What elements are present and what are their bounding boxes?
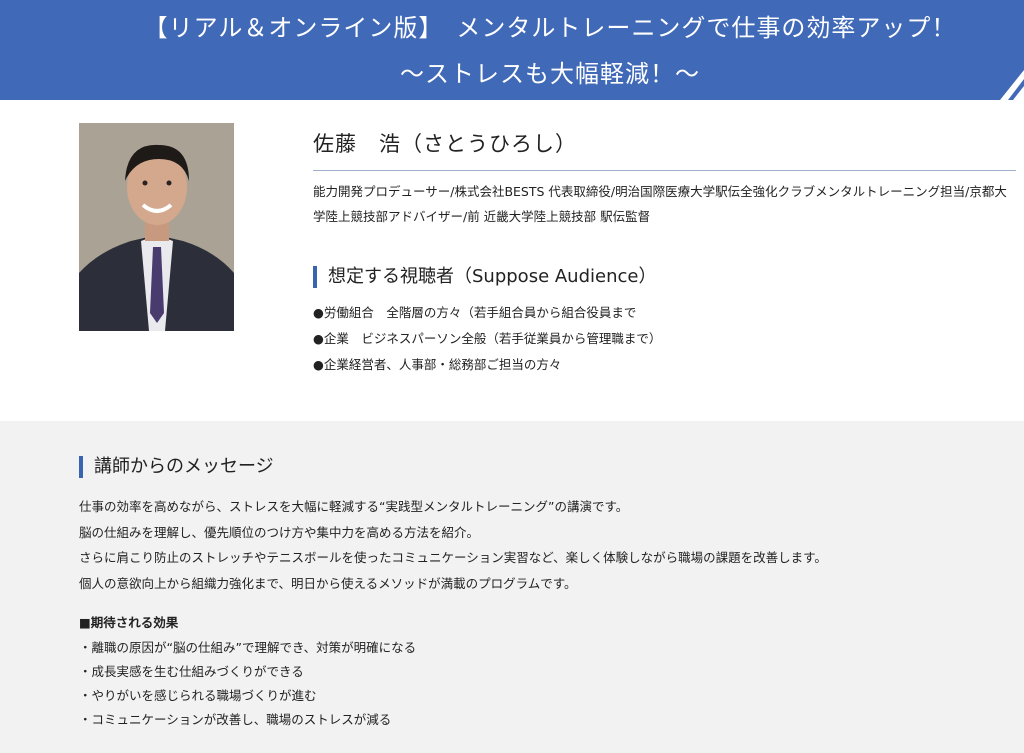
message-paragraph: 脳の仕組みを理解し、優先順位のつけ方や集中力を高める方法を紹介。 — [79, 524, 480, 540]
effect-item: ・成長実感を生む仕組みづくりができる — [79, 664, 304, 679]
banner-title: 【リアル＆オンライン版】 メンタルトレーニングで仕事の効率アップ！ — [143, 14, 957, 42]
audience-item: ●労働組合 全階層の方々（若手組合員から組合役員まで — [313, 305, 637, 320]
banner-stripes-decoration — [1000, 70, 1024, 100]
effect-item: ・コミュニケーションが改善し、職場のストレスが減る — [79, 712, 392, 727]
speaker-photo — [79, 123, 234, 331]
effect-item: ・やりがいを感じられる職場づくりが進む — [79, 688, 317, 703]
message-heading: 講師からのメッセージ — [79, 456, 274, 478]
audience-list: ●労働組合 全階層の方々（若手組合員から組合役員まで ●企業 ビジネスパーソン全… — [313, 300, 661, 378]
effects-list: ・離職の原因が“脳の仕組み”で理解でき、対策が明確になる ・成長実感を生む仕組み… — [79, 636, 416, 732]
message-paragraph: さらに肩こり防止のストレッチやテニスボールを使ったコミュニケーション実習など、楽… — [79, 550, 827, 565]
effects-heading: ■期待される効果 — [79, 615, 179, 630]
audience-item: ●企業 ビジネスパーソン全般（若手従業員から管理職まで） — [313, 331, 662, 346]
speaker-bio: 能力開発プロデューサー/株式会社BESTS 代表取締役/明治国際医療大学駅伝全強… — [313, 184, 1007, 224]
name-divider — [313, 170, 1016, 171]
audience-item: ●企業経営者、人事部・総務部ご担当の方々 — [313, 357, 562, 372]
message-body: 仕事の効率を高めながら、ストレスを大幅に軽減する“実践型メンタルトレーニング”の… — [79, 494, 827, 596]
banner-subtitle: 〜ストレスも大幅軽減！〜 — [400, 60, 700, 88]
header-banner: 【リアル＆オンライン版】 メンタルトレーニングで仕事の効率アップ！ 〜ストレスも… — [0, 0, 1024, 100]
message-paragraph: 仕事の効率を高めながら、ストレスを大幅に軽減する“実践型メンタルトレーニング”の… — [79, 499, 629, 514]
message-paragraph: 個人の意欲向上から組織力強化まで、明日から使えるメソッドが満載のプログラムです。 — [79, 575, 577, 591]
speaker-name: 佐藤 浩（さとうひろし） — [313, 132, 577, 156]
audience-heading: 想定する視聴者（Suppose Audience） — [313, 266, 656, 288]
effect-item: ・離職の原因が“脳の仕組み”で理解でき、対策が明確になる — [79, 640, 417, 655]
